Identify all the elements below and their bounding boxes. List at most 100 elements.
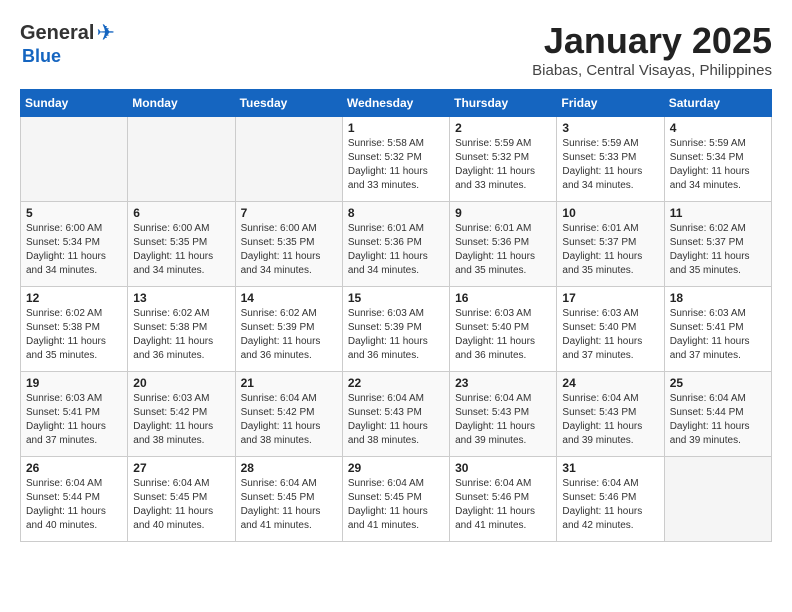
logo-bird-icon: ✈ [96, 20, 114, 46]
day-cell: 12 Sunrise: 6:02 AMSunset: 5:38 PMDayligh… [21, 287, 128, 372]
day-info: Sunrise: 6:01 AMSunset: 5:36 PMDaylight:… [348, 222, 444, 278]
day-cell: 28Sunrise: 6:04 AMSunset: 5:45 PMDayligh… [235, 457, 342, 542]
day-number: 9 [455, 206, 551, 220]
day-cell [664, 457, 771, 542]
day-number: 14 [241, 291, 337, 305]
day-cell: 21Sunrise: 6:04 AMSunset: 5:42 PMDayligh… [235, 372, 342, 457]
day-cell: 13 Sunrise: 6:02 AMSunset: 5:38 PMDayligh… [128, 287, 235, 372]
day-number: 6 [133, 206, 229, 220]
day-number: 3 [562, 121, 658, 135]
day-cell: 7 Sunrise: 6:00 AMSunset: 5:35 PMDaylight… [235, 202, 342, 287]
logo-general-text: General [20, 22, 94, 45]
day-cell: 11 Sunrise: 6:02 AMSunset: 5:37 PMDayligh… [664, 202, 771, 287]
day-cell: 19 Sunrise: 6:03 AMSunset: 5:41 PMDayligh… [21, 372, 128, 457]
weekday-header-sunday: Sunday [21, 90, 128, 117]
day-number: 22 [348, 376, 444, 390]
day-cell: 26 Sunrise: 6:04 AMSunset: 5:44 PMDayligh… [21, 457, 128, 542]
logo-blue-text: Blue [22, 46, 61, 67]
weekday-header-saturday: Saturday [664, 90, 771, 117]
day-number: 1 [348, 121, 444, 135]
day-number: 25 [670, 376, 766, 390]
day-info: Sunrise: 6:03 AMSunset: 5:41 PMDaylight:… [670, 307, 766, 363]
day-info: Sunrise: 6:04 AMSunset: 5:43 PMDaylight:… [348, 392, 444, 448]
day-cell: 25Sunrise: 6:04 AMSunset: 5:44 PMDayligh… [664, 372, 771, 457]
page: General ✈ Blue January 2025 Biabas, Cent… [0, 0, 792, 552]
day-number: 30 [455, 461, 551, 475]
day-info: Sunrise: 6:04 AMSunset: 5:46 PMDaylight:… [562, 477, 658, 533]
day-number: 23 [455, 376, 551, 390]
day-info: Sunrise: 6:04 AMSunset: 5:43 PMDaylight:… [455, 392, 551, 448]
day-info: Sunrise: 6:00 AMSunset: 5:35 PMDaylight:… [241, 222, 337, 278]
day-info: Sunrise: 6:02 AMSunset: 5:38 PMDaylight:… [26, 307, 122, 363]
day-number: 20 [133, 376, 229, 390]
day-number: 29 [348, 461, 444, 475]
day-info: Sunrise: 6:01 AMSunset: 5:36 PMDaylight:… [455, 222, 551, 278]
header: General ✈ Blue January 2025 Biabas, Cent… [20, 20, 772, 79]
day-cell: 6 Sunrise: 6:00 AMSunset: 5:35 PMDaylight… [128, 202, 235, 287]
week-row-4: 19 Sunrise: 6:03 AMSunset: 5:41 PMDayligh… [21, 372, 772, 457]
day-info: Sunrise: 6:03 AMSunset: 5:39 PMDaylight:… [348, 307, 444, 363]
day-number: 19 [26, 376, 122, 390]
day-number: 21 [241, 376, 337, 390]
day-cell: 8 Sunrise: 6:01 AMSunset: 5:36 PMDaylight… [342, 202, 449, 287]
day-cell: 2 Sunrise: 5:59 AMSunset: 5:32 PMDaylight… [450, 117, 557, 202]
day-number: 26 [26, 461, 122, 475]
day-cell: 22 Sunrise: 6:04 AMSunset: 5:43 PMDayligh… [342, 372, 449, 457]
day-cell: 20 Sunrise: 6:03 AMSunset: 5:42 PMDayligh… [128, 372, 235, 457]
day-number: 16 [455, 291, 551, 305]
day-cell: 1Sunrise: 5:58 AMSunset: 5:32 PMDaylight… [342, 117, 449, 202]
week-row-1: 1Sunrise: 5:58 AMSunset: 5:32 PMDaylight… [21, 117, 772, 202]
day-info: Sunrise: 6:04 AMSunset: 5:44 PMDaylight:… [26, 477, 122, 533]
day-cell: 3 Sunrise: 5:59 AMSunset: 5:33 PMDaylight… [557, 117, 664, 202]
day-cell: 24Sunrise: 6:04 AMSunset: 5:43 PMDayligh… [557, 372, 664, 457]
week-row-2: 5 Sunrise: 6:00 AMSunset: 5:34 PMDaylight… [21, 202, 772, 287]
day-number: 2 [455, 121, 551, 135]
day-cell: 10 Sunrise: 6:01 AMSunset: 5:37 PMDayligh… [557, 202, 664, 287]
week-row-5: 26 Sunrise: 6:04 AMSunset: 5:44 PMDayligh… [21, 457, 772, 542]
weekday-header-thursday: Thursday [450, 90, 557, 117]
day-cell: 17Sunrise: 6:03 AMSunset: 5:40 PMDayligh… [557, 287, 664, 372]
day-info: Sunrise: 6:02 AMSunset: 5:38 PMDaylight:… [133, 307, 229, 363]
day-number: 31 [562, 461, 658, 475]
day-info: Sunrise: 6:03 AMSunset: 5:40 PMDaylight:… [455, 307, 551, 363]
day-cell: 18Sunrise: 6:03 AMSunset: 5:41 PMDayligh… [664, 287, 771, 372]
day-info: Sunrise: 6:03 AMSunset: 5:40 PMDaylight:… [562, 307, 658, 363]
day-number: 5 [26, 206, 122, 220]
day-info: Sunrise: 6:01 AMSunset: 5:37 PMDaylight:… [562, 222, 658, 278]
day-number: 27 [133, 461, 229, 475]
weekday-header-friday: Friday [557, 90, 664, 117]
day-info: Sunrise: 5:59 AMSunset: 5:34 PMDaylight:… [670, 137, 766, 193]
day-info: Sunrise: 6:00 AMSunset: 5:34 PMDaylight:… [26, 222, 122, 278]
day-number: 12 [26, 291, 122, 305]
day-number: 4 [670, 121, 766, 135]
day-cell [128, 117, 235, 202]
day-number: 11 [670, 206, 766, 220]
day-cell: 30Sunrise: 6:04 AMSunset: 5:46 PMDayligh… [450, 457, 557, 542]
day-cell: 5 Sunrise: 6:00 AMSunset: 5:34 PMDaylight… [21, 202, 128, 287]
day-number: 7 [241, 206, 337, 220]
logo: General ✈ Blue [20, 20, 115, 67]
day-info: Sunrise: 6:04 AMSunset: 5:45 PMDaylight:… [348, 477, 444, 533]
weekday-header-row: SundayMondayTuesdayWednesdayThursdayFrid… [21, 90, 772, 117]
day-info: Sunrise: 6:02 AMSunset: 5:37 PMDaylight:… [670, 222, 766, 278]
month-title: January 2025 [532, 20, 772, 62]
day-info: Sunrise: 6:02 AMSunset: 5:39 PMDaylight:… [241, 307, 337, 363]
day-info: Sunrise: 5:59 AMSunset: 5:32 PMDaylight:… [455, 137, 551, 193]
day-info: Sunrise: 6:00 AMSunset: 5:35 PMDaylight:… [133, 222, 229, 278]
day-cell: 4 Sunrise: 5:59 AMSunset: 5:34 PMDaylight… [664, 117, 771, 202]
day-number: 13 [133, 291, 229, 305]
day-number: 10 [562, 206, 658, 220]
day-info: Sunrise: 5:59 AMSunset: 5:33 PMDaylight:… [562, 137, 658, 193]
day-number: 8 [348, 206, 444, 220]
calendar-table: SundayMondayTuesdayWednesdayThursdayFrid… [20, 89, 772, 542]
week-row-3: 12 Sunrise: 6:02 AMSunset: 5:38 PMDayligh… [21, 287, 772, 372]
day-info: Sunrise: 6:03 AMSunset: 5:41 PMDaylight:… [26, 392, 122, 448]
day-cell [235, 117, 342, 202]
day-info: Sunrise: 6:04 AMSunset: 5:45 PMDaylight:… [133, 477, 229, 533]
day-cell: 15 Sunrise: 6:03 AMSunset: 5:39 PMDayligh… [342, 287, 449, 372]
day-info: Sunrise: 6:03 AMSunset: 5:42 PMDaylight:… [133, 392, 229, 448]
day-cell: 16 Sunrise: 6:03 AMSunset: 5:40 PMDayligh… [450, 287, 557, 372]
day-cell: 27 Sunrise: 6:04 AMSunset: 5:45 PMDayligh… [128, 457, 235, 542]
day-number: 28 [241, 461, 337, 475]
day-number: 15 [348, 291, 444, 305]
